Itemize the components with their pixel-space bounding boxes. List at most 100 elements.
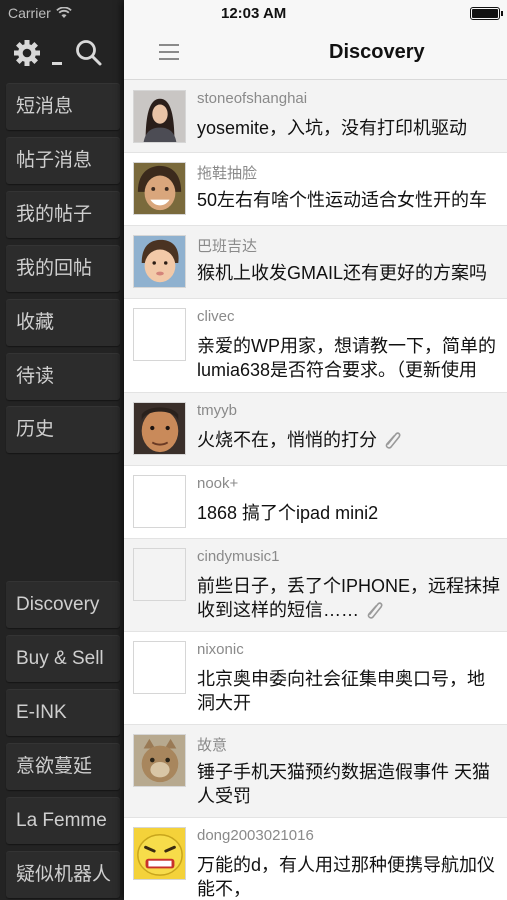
list-item[interactable]: cindymusic1 前些日子，丢了个IPHONE，远程抹掉 收到这样的短信…… (124, 539, 507, 632)
sidebar-item-label: 待读 (16, 366, 55, 387)
sidebar-board-yiyu-manyan[interactable]: 意欲蔓延 (6, 743, 120, 790)
hamburger-icon[interactable] (157, 42, 183, 62)
sidebar-board-label: Buy & Sell (16, 648, 104, 669)
sidebar-item-label: 我的回帖 (16, 258, 93, 279)
list-item[interactable]: 巴班吉达 猴机上收发GMAIL还有更好的方案吗 (124, 226, 507, 299)
post-title-line: lumia638是否符合要求。（更新使用 (197, 360, 478, 380)
sidebar-board-label: 意欲蔓延 (16, 756, 93, 777)
battery-icon (470, 7, 503, 20)
post-author: nixonic (197, 641, 244, 658)
post-author: clivec (197, 308, 235, 325)
sidebar-item-label: 我的帖子 (16, 204, 93, 225)
carrier-label: Carrier (8, 5, 51, 21)
sidebar-item-my-posts[interactable]: 我的帖子 (6, 191, 120, 238)
avatar-photo-child (134, 236, 185, 287)
sidebar-item-messages[interactable]: 短消息 (6, 83, 120, 130)
avatar-photo-man-face (134, 403, 185, 454)
post-list: stoneofshanghai yosemite，入坑，没有打印机驱动 拖鞋抽脸… (124, 81, 507, 900)
avatar (133, 827, 186, 880)
sidebar-item-my-replies[interactable]: 我的回帖 (6, 245, 120, 292)
post-title-line: 能不， (197, 879, 251, 899)
post-title-line: 50左右有啥个性运动适合女性开的车 (197, 190, 488, 210)
post-author: nook+ (197, 475, 239, 492)
carrier-indicator: Carrier (8, 5, 72, 21)
sidebar-item-favorites[interactable]: 收藏 (6, 299, 120, 346)
post-title: 前些日子，丢了个IPHONE，远程抹掉 收到这样的短信…… (197, 574, 507, 622)
post-title: 亲爱的WP用家，想请教一下，简单的 lumia638是否符合要求。（更新使用 (197, 334, 507, 382)
post-author: dong2003021016 (197, 827, 314, 844)
sidebar-item-post-notifications[interactable]: 帖子消息 (6, 137, 120, 184)
sidebar-item-label: 历史 (16, 419, 55, 440)
avatar (133, 235, 186, 288)
search-icon[interactable] (72, 36, 106, 70)
avatar-photo-cat (134, 735, 185, 786)
avatar (133, 162, 186, 215)
clock: 12:03 AM (221, 5, 287, 22)
post-title-line: 万能的d，有人用过那种便携导航加仪 (197, 855, 496, 875)
post-title-text: 火烧不在，悄悄的打分 (197, 430, 377, 450)
post-title-line: 洞大开 (197, 693, 251, 713)
page-title: Discovery (329, 41, 425, 63)
sidebar-toolbar (10, 36, 120, 70)
avatar-emoji-face (134, 828, 185, 879)
post-title-line: 北京奥申委向社会征集申奥口号，地 (197, 669, 485, 689)
post-title: yosemite，入坑，没有打印机驱动 (197, 116, 507, 140)
post-author: tmyyb (197, 402, 238, 419)
post-author: 拖鞋抽脸 (197, 165, 258, 182)
list-item[interactable]: tmyyb 火烧不在，悄悄的打分 (124, 393, 507, 466)
post-title: 锤子手机天猫预约数据造假事件 天猫 人受罚 (197, 760, 507, 808)
sidebar-board-label: La Femme (16, 810, 107, 831)
sidebar-board-label: Discovery (16, 594, 100, 615)
main-panel: Discovery stoneofshanghai yosemite，入坑，没有… (124, 0, 507, 900)
list-item[interactable]: 拖鞋抽脸 50左右有啥个性运动适合女性开的车 (124, 153, 507, 226)
post-title-line: 人受罚 (197, 786, 251, 806)
avatar-placeholder (133, 308, 186, 361)
post-title-line: 亲爱的WP用家，想请教一下，简单的 (197, 336, 496, 356)
list-item[interactable]: dong2003021016 万能的d，有人用过那种便携导航加仪 能不， (124, 818, 507, 900)
post-author: 故意 (197, 737, 228, 754)
post-title-line: 火烧不在，悄悄的打分 (197, 428, 507, 452)
sidebar-board-discovery[interactable]: Discovery (6, 581, 120, 628)
sidebar-item-label: 短消息 (16, 96, 74, 117)
post-title-line: 猴机上收发GMAIL还有更好的方案吗 (197, 263, 488, 283)
sidebar-board-robot[interactable]: 疑似机器人 (6, 851, 120, 898)
post-author: 巴班吉达 (197, 238, 258, 255)
post-title-line: 收到这样的短信…… (197, 598, 507, 622)
sidebar-item-history[interactable]: 历史 (6, 406, 120, 453)
sidebar-board-label: E-INK (16, 702, 67, 723)
avatar (133, 90, 186, 143)
avatar-placeholder (133, 641, 186, 694)
list-item[interactable]: 故意 锤子手机天猫预约数据造假事件 天猫 人受罚 (124, 725, 507, 818)
post-title-line: yosemite，入坑，没有打印机驱动 (197, 118, 468, 138)
post-title: 北京奥申委向社会征集申奥口号，地 洞大开 (197, 667, 507, 715)
post-title-text: 收到这样的短信…… (197, 600, 359, 620)
list-item[interactable]: stoneofshanghai yosemite，入坑，没有打印机驱动 (124, 81, 507, 153)
gear-icon[interactable] (10, 36, 44, 70)
sidebar-board-e-ink[interactable]: E-INK (6, 689, 120, 736)
post-author: stoneofshanghai (197, 90, 308, 107)
list-item[interactable]: nixonic 北京奥申委向社会征集申奥口号，地 洞大开 (124, 632, 507, 725)
list-item[interactable]: clivec 亲爱的WP用家，想请教一下，简单的 lumia638是否符合要求。… (124, 299, 507, 393)
post-title: 猴机上收发GMAIL还有更好的方案吗 (197, 261, 507, 285)
post-title-line: 前些日子，丢了个IPHONE，远程抹掉 (197, 576, 501, 596)
sidebar-item-read-later[interactable]: 待读 (6, 353, 120, 400)
avatar-placeholder (133, 548, 186, 601)
post-title-line: 1868 搞了个ipad mini2 (197, 503, 379, 523)
sidebar-board-label: 疑似机器人 (16, 864, 112, 885)
attachment-icon (367, 602, 383, 619)
list-item[interactable]: nook+ 1868 搞了个ipad mini2 (124, 466, 507, 539)
sidebar-board-buy-sell[interactable]: Buy & Sell (6, 635, 120, 682)
post-title: 1868 搞了个ipad mini2 (197, 501, 507, 525)
wifi-icon (56, 7, 72, 18)
post-title: 50左右有啥个性运动适合女性开的车 (197, 188, 507, 212)
sidebar: 短消息 帖子消息 我的帖子 我的回帖 收藏 待读 历史 Discovery Bu… (0, 0, 124, 900)
post-title: 火烧不在，悄悄的打分 (197, 428, 507, 452)
post-title: 万能的d，有人用过那种便携导航加仪 能不， (197, 853, 507, 900)
sidebar-board-la-femme[interactable]: La Femme (6, 797, 120, 844)
post-author: cindymusic1 (197, 548, 280, 565)
status-bar: Carrier 12:03 AM (0, 0, 507, 27)
avatar-photo-man-laughing (134, 163, 185, 214)
sidebar-item-label: 收藏 (16, 312, 55, 333)
avatar (133, 734, 186, 787)
post-title-line: 锤子手机天猫预约数据造假事件 天猫 (197, 762, 490, 782)
